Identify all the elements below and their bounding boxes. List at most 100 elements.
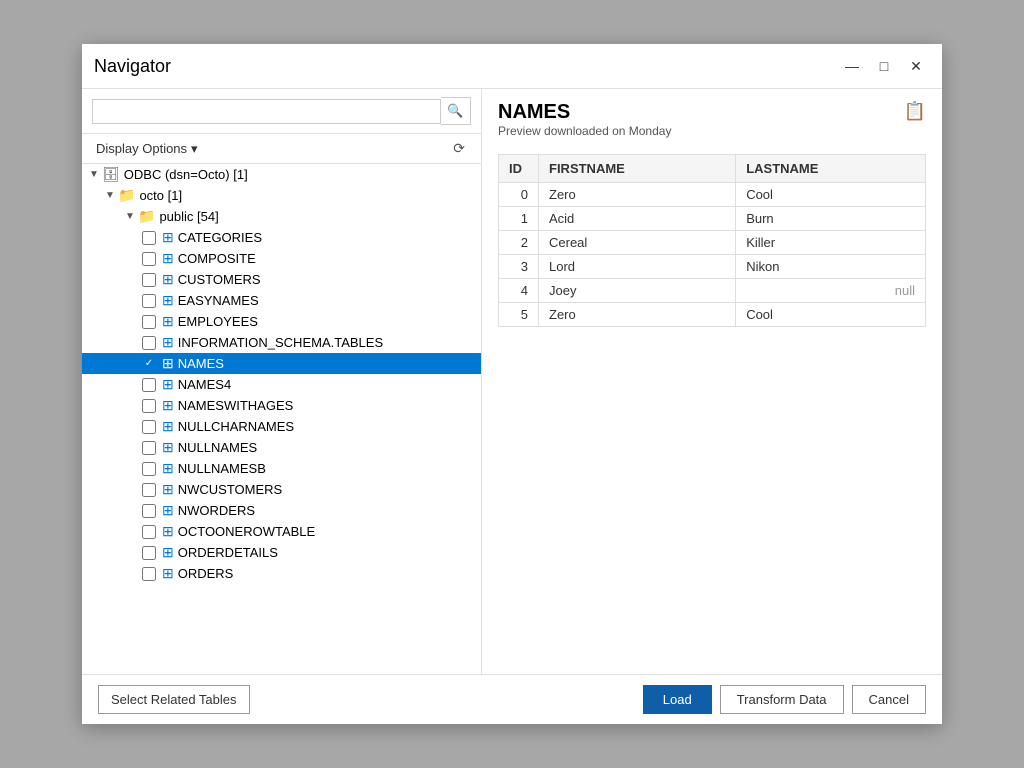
table-icon: ⊞: [162, 271, 174, 288]
tree-item-label: CUSTOMERS: [178, 272, 261, 287]
tree-item-label: CATEGORIES: [178, 230, 262, 245]
tree-item-easynames[interactable]: ⊞ EASYNAMES: [82, 290, 481, 311]
tree-item-octo[interactable]: ▼ 📁 octo [1]: [82, 185, 481, 206]
minimize-button[interactable]: —: [838, 52, 866, 80]
tree-checkbox[interactable]: [142, 483, 156, 497]
tree-checkbox[interactable]: [142, 294, 156, 308]
tree-item-label: ORDERDETAILS: [178, 545, 278, 560]
tree-item-label: NWCUSTOMERS: [178, 482, 282, 497]
tree-label-public: public [54]: [159, 209, 218, 224]
table-icon: ⊞: [162, 355, 174, 372]
tree-checkbox[interactable]: [142, 273, 156, 287]
tree-item-label: NULLNAMESB: [178, 461, 266, 476]
table-icon: ⊞: [162, 418, 174, 435]
tree-item-information_schema.tables[interactable]: ⊞INFORMATION_SCHEMA.TABLES: [82, 332, 481, 353]
tree-item-orderdetails[interactable]: ⊞ORDERDETAILS: [82, 542, 481, 563]
tree-item-employees[interactable]: ⊞ EMPLOYEES: [82, 311, 481, 332]
cancel-button[interactable]: Cancel: [852, 685, 926, 714]
tree-checkbox[interactable]: [142, 525, 156, 539]
tree-item-label: EMPLOYEES: [178, 314, 258, 329]
navigator-dialog: Navigator — □ ✕ 🔍 Display Options: [82, 44, 942, 724]
tree-checkbox[interactable]: [142, 336, 156, 350]
tree-checkbox[interactable]: [142, 420, 156, 434]
table-icon: ⊞: [162, 313, 174, 330]
preview-table: ID FIRSTNAME LASTNAME 0ZeroCool1AcidBurn…: [498, 154, 926, 327]
tree-item-orders[interactable]: ⊞ ORDERS: [82, 563, 481, 584]
footer-left: Select Related Tables: [98, 685, 250, 714]
table-icon: ⊞: [162, 481, 174, 498]
expand-icon: ▼: [122, 211, 138, 222]
cell-id: 4: [499, 279, 539, 303]
table-icon: ⊞: [162, 565, 174, 582]
tree-item-label: NULLNAMES: [178, 440, 257, 455]
cell-firstname: Zero: [539, 183, 736, 207]
tree-checkbox[interactable]: [142, 462, 156, 476]
table-icon: ⊞: [162, 460, 174, 477]
table-row: 1AcidBurn: [499, 207, 926, 231]
tree-checkbox[interactable]: [142, 441, 156, 455]
tree-item-nullnames[interactable]: ⊞ NULLNAMES: [82, 437, 481, 458]
load-button[interactable]: Load: [643, 685, 712, 714]
tree-item-nullcharnames[interactable]: ⊞NULLCHARNAMES: [82, 416, 481, 437]
preview-options-button[interactable]: 📋: [904, 101, 926, 122]
tree-checkbox[interactable]: [142, 378, 156, 392]
tree-checkbox[interactable]: [142, 399, 156, 413]
table-icon: ⊞: [162, 376, 174, 393]
tree-checkbox[interactable]: [142, 546, 156, 560]
tree-checkbox[interactable]: [142, 315, 156, 329]
close-button[interactable]: ✕: [902, 52, 930, 80]
tree-item-label: EASYNAMES: [178, 293, 259, 308]
transform-data-button[interactable]: Transform Data: [720, 685, 844, 714]
expand-icon: ▼: [102, 190, 118, 201]
search-button[interactable]: 🔍: [441, 97, 471, 125]
cell-id: 1: [499, 207, 539, 231]
tree-item-categories[interactable]: ⊞CATEGORIES: [82, 227, 481, 248]
tree-item-nworders[interactable]: ⊞NWORDERS: [82, 500, 481, 521]
table-icon: ⊞: [162, 439, 174, 456]
display-options-bar: Display Options ▾ ⟳: [82, 134, 481, 164]
folder-icon: 📁: [118, 187, 135, 204]
cell-lastname: Burn: [736, 207, 926, 231]
display-options-button[interactable]: Display Options ▾: [92, 139, 202, 159]
preview-title-area: NAMES Preview downloaded on Monday: [498, 101, 671, 150]
tree-tables: ⊞CATEGORIES⊞COMPOSITE⊞CUSTOMERS⊞EASYNAME…: [82, 227, 481, 584]
tree-item-names4[interactable]: ⊞NAMES4: [82, 374, 481, 395]
cell-firstname: Zero: [539, 303, 736, 327]
maximize-button[interactable]: □: [870, 52, 898, 80]
tree-item-composite[interactable]: ⊞COMPOSITE: [82, 248, 481, 269]
tree-item-label: COMPOSITE: [178, 251, 256, 266]
tree-item-public[interactable]: ▼ 📁 public [54]: [82, 206, 481, 227]
tree-label-octo: octo [1]: [139, 188, 182, 203]
checkbox-checked-icon[interactable]: ✓: [142, 357, 156, 371]
preview-title: NAMES: [498, 101, 671, 124]
col-header-lastname: LASTNAME: [736, 155, 926, 183]
refresh-button[interactable]: ⟳: [447, 138, 471, 159]
table-icon: ⊞: [162, 292, 174, 309]
folder-icon: 📁: [138, 208, 155, 225]
tree-item-nameswithages[interactable]: ⊞NAMESWITHAGES: [82, 395, 481, 416]
cell-firstname: Lord: [539, 255, 736, 279]
cell-lastname: null: [736, 279, 926, 303]
select-related-button[interactable]: Select Related Tables: [98, 685, 250, 714]
table-row: 3LordNikon: [499, 255, 926, 279]
table-icon: ⊞: [162, 523, 174, 540]
tree-item-label: ORDERS: [178, 566, 234, 581]
tree-item-octoonerowtable[interactable]: ⊞OCTOONEROWTABLE: [82, 521, 481, 542]
tree-item-customers[interactable]: ⊞ CUSTOMERS: [82, 269, 481, 290]
tree-item-nullnamesb[interactable]: ⊞ NULLNAMESB: [82, 458, 481, 479]
dialog-body: 🔍 Display Options ▾ ⟳ ▼ 🗄 O: [82, 89, 942, 674]
table-icon: ⊞: [162, 397, 174, 414]
cell-firstname: Acid: [539, 207, 736, 231]
table-row: 2CerealKiller: [499, 231, 926, 255]
dialog-title: Navigator: [94, 56, 171, 77]
table-icon: ⊞: [162, 334, 174, 351]
search-input[interactable]: [92, 99, 441, 124]
tree-checkbox[interactable]: [142, 567, 156, 581]
tree-item-nwcustomers[interactable]: ⊞ NWCUSTOMERS: [82, 479, 481, 500]
tree-item-names[interactable]: ✓⊞NAMES: [82, 353, 481, 374]
tree-checkbox[interactable]: [142, 231, 156, 245]
tree-area[interactable]: ▼ 🗄 ODBC (dsn=Octo) [1] ▼ 📁 octo [1] ▼ 📁: [82, 164, 481, 674]
tree-checkbox[interactable]: [142, 252, 156, 266]
tree-item-odbc[interactable]: ▼ 🗄 ODBC (dsn=Octo) [1]: [82, 164, 481, 185]
tree-checkbox[interactable]: [142, 504, 156, 518]
